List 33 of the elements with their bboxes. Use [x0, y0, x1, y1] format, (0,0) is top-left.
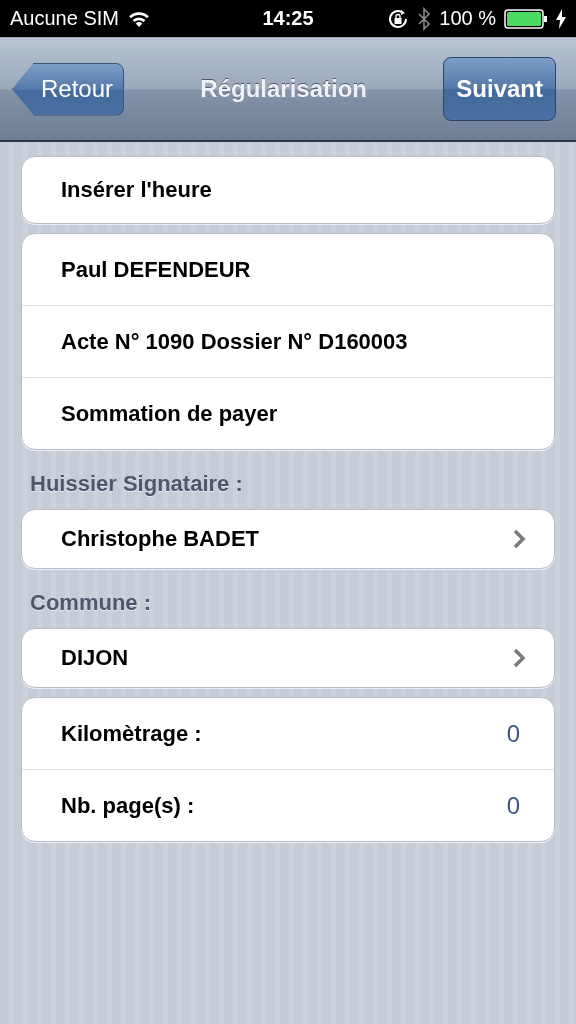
- row-label: DIJON: [61, 645, 129, 671]
- row-label: Insérer l'heure: [61, 177, 212, 203]
- section-header: Commune :: [29, 589, 152, 617]
- table-row[interactable]: Insérer l'heure: [22, 157, 554, 223]
- table-row[interactable]: Nb. page(s) : 0: [22, 769, 554, 841]
- chevron-icon: [512, 529, 526, 549]
- next-button[interactable]: Suivant: [443, 57, 556, 121]
- table-row[interactable]: Acte N° 1090 Dossier N° D160003: [22, 305, 554, 377]
- row-value: 0: [506, 791, 521, 820]
- row-label: Nb. page(s) :: [61, 792, 195, 819]
- row-label: Acte N° 1090 Dossier N° D160003: [61, 328, 408, 355]
- row-label: Sommation de payer: [61, 400, 278, 427]
- section-header: Huissier Signataire :: [29, 470, 244, 498]
- wifi-icon: [126, 9, 151, 28]
- screen-title: Régularisation: [200, 75, 368, 103]
- back-button[interactable]: Retour: [12, 62, 125, 116]
- clock-text: 14:25: [262, 7, 314, 30]
- row-label: Paul DEFENDEUR: [61, 256, 251, 283]
- table-row[interactable]: Paul DEFENDEUR: [22, 234, 554, 305]
- row-label: Kilomètrage :: [61, 720, 202, 747]
- table-row[interactable]: DIJON: [22, 629, 554, 687]
- table-row[interactable]: Christophe BADET: [22, 510, 554, 568]
- row-value: 0: [506, 719, 521, 748]
- row-label: Christophe BADET: [61, 526, 259, 552]
- battery-icon: [504, 8, 548, 29]
- carrier-text: Aucune SIM: [10, 7, 119, 30]
- battery-percent-text: 100 %: [439, 7, 496, 30]
- table-row[interactable]: Kilomètrage : 0: [22, 698, 554, 769]
- table-row[interactable]: Sommation de payer: [22, 377, 554, 449]
- chevron-icon: [512, 648, 526, 668]
- rotation-lock-icon: [387, 7, 410, 30]
- charging-icon: [556, 8, 566, 29]
- bluetooth-icon: [417, 6, 432, 31]
